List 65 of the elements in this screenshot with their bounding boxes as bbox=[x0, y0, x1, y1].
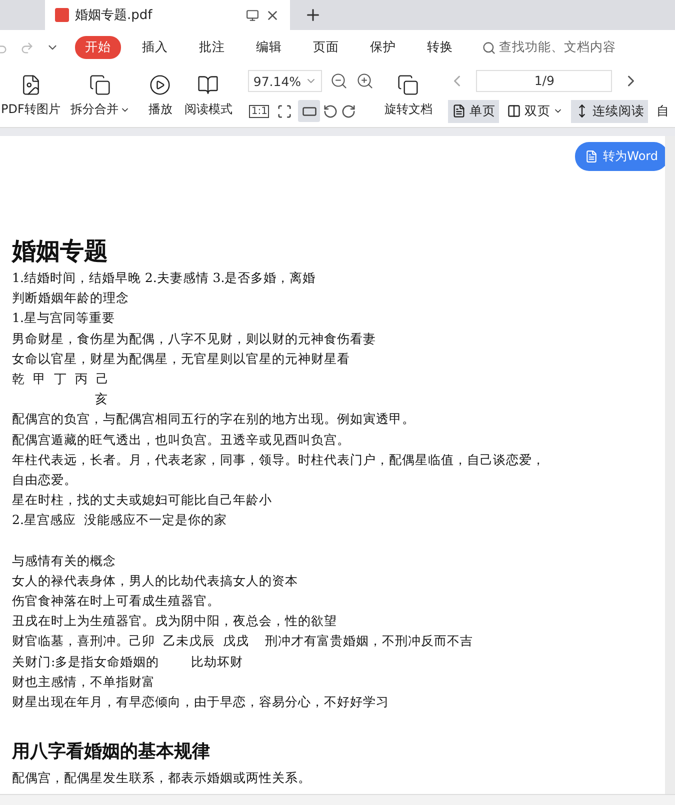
play-icon bbox=[149, 74, 172, 96]
zoom-out-icon[interactable] bbox=[330, 72, 348, 90]
page-icon bbox=[452, 104, 466, 118]
text-line: 年柱代表远，长者。月，代表老家，同事，领导。时柱代表门户，配偶星临值，自己谈恋爱， bbox=[12, 450, 546, 469]
text-line: 乾 甲 丁 丙 己 bbox=[12, 370, 110, 388]
menu-tab[interactable]: 开始 bbox=[75, 36, 121, 59]
read-mode-button[interactable]: 阅读模式 bbox=[178, 74, 238, 118]
split-merge-button[interactable]: 拆分合并 bbox=[64, 74, 136, 118]
text-line: 与感情有关的概念 bbox=[12, 552, 117, 570]
text-line: 财星出现在年月，有早恋倾向，由于早恋，容易分心，不好好学习 bbox=[12, 693, 390, 712]
zoom-field[interactable]: 97.14% bbox=[248, 70, 322, 92]
copy-icon bbox=[89, 74, 112, 96]
view-button[interactable]: 连续阅读 bbox=[571, 100, 648, 122]
document-icon bbox=[585, 150, 598, 163]
convert-to-word-button[interactable]: 转为Word bbox=[575, 142, 665, 171]
text-line: 1.星与宫同等重要 bbox=[12, 309, 116, 328]
two-columns-icon bbox=[507, 104, 522, 118]
fit-page-button[interactable] bbox=[298, 100, 320, 122]
file-tab[interactable]: 婚姻专题.pdf bbox=[45, 0, 290, 30]
text-line: 星在时柱，找的丈夫或媳妇可能比自己年龄小 bbox=[12, 491, 273, 510]
menu-tab[interactable]: 转换 bbox=[417, 36, 463, 59]
pdf-icon bbox=[55, 8, 69, 22]
menu-tab[interactable]: 保护 bbox=[360, 36, 406, 59]
search-icon bbox=[482, 40, 496, 54]
text-line: 判断婚姻年龄的理念 bbox=[12, 289, 130, 308]
book-icon bbox=[197, 74, 220, 96]
view-label: 自 bbox=[656, 102, 670, 120]
monitor-icon[interactable] bbox=[246, 8, 259, 22]
pdf-to-image-button[interactable]: PDF转图片 bbox=[0, 74, 64, 118]
document-title: 婚姻专题 bbox=[12, 236, 109, 266]
copy-icon bbox=[397, 74, 420, 96]
text-line: 财也主感情，不单指财富 bbox=[12, 672, 156, 691]
menu-tab[interactable]: 插入 bbox=[132, 36, 178, 59]
section-heading: 用八字看婚姻的基本规律 bbox=[12, 742, 211, 762]
text-line: 丑戌在时上为生殖器官。戌为阴中阳，夜总会，性的欲望 bbox=[12, 612, 338, 630]
text-line: 1.结婚时间，结婚早晚 2.夫妻感情 3.是否多婚，离婚 bbox=[12, 269, 317, 287]
text-line: 伤官食神落在时上可看成生殖器官。 bbox=[12, 592, 221, 610]
menu-tab[interactable]: 批注 bbox=[189, 36, 235, 59]
view-button[interactable]: 单页 bbox=[448, 100, 500, 122]
menu-tab[interactable]: 编辑 bbox=[246, 36, 292, 59]
page-field[interactable]: 1/9 bbox=[476, 70, 612, 92]
rotate-right-icon[interactable] bbox=[341, 104, 356, 118]
view-label: 双页 bbox=[524, 102, 550, 120]
frame-corners-icon bbox=[276, 104, 292, 118]
view-label: 单页 bbox=[469, 102, 496, 120]
text-line: 配偶宫，配偶星发生联系，都表示婚姻或两性关系。 bbox=[12, 769, 312, 788]
text-line: 2.星宫感应 没能感应不一定是你的家 bbox=[12, 511, 228, 530]
text-line: 关财门:多是指女命婚姻的 比劫坏财 bbox=[12, 652, 244, 671]
view-label: 连续阅读 bbox=[592, 102, 644, 120]
text-line: 自由恋爱。 bbox=[12, 471, 78, 490]
rotate-document-button[interactable]: 旋转文档 bbox=[378, 74, 438, 118]
zoom-in-icon[interactable] bbox=[356, 72, 374, 90]
play-button[interactable]: 播放 bbox=[142, 74, 178, 118]
text-line: 亥 bbox=[94, 390, 109, 408]
text-line: 女命以官星，财星为配偶星，无官星则以官星的元神财星看 bbox=[12, 350, 351, 368]
text-line: 配偶宫的负宫，与配偶宫相同五行的字在别的地方出现。例如寅透甲。 bbox=[12, 410, 416, 428]
view-button[interactable]: 自 bbox=[652, 100, 674, 122]
menu-tab[interactable]: 页面 bbox=[303, 36, 349, 59]
text-line: 男命财星，食伤星为配偶，八字不见财，则以财的元神食伤看妻 bbox=[12, 330, 377, 348]
text-line: 财官临墓，喜刑冲。己卯 乙未戊辰 戊戌 刑冲才有富贵婚姻，不刑冲反而不吉 bbox=[12, 632, 474, 650]
search-field[interactable]: 查找功能、文档内容 bbox=[482, 39, 616, 56]
text-line: 女人的禄代表身体，男人的比劫代表搞女人的资本 bbox=[12, 572, 299, 590]
text-line: 配偶宫遁藏的旺气透出，也叫负宫。丑透辛或见酉叫负宫。 bbox=[12, 430, 351, 449]
view-button[interactable]: 双页 bbox=[503, 100, 568, 122]
rotate-left-icon[interactable] bbox=[323, 104, 338, 118]
